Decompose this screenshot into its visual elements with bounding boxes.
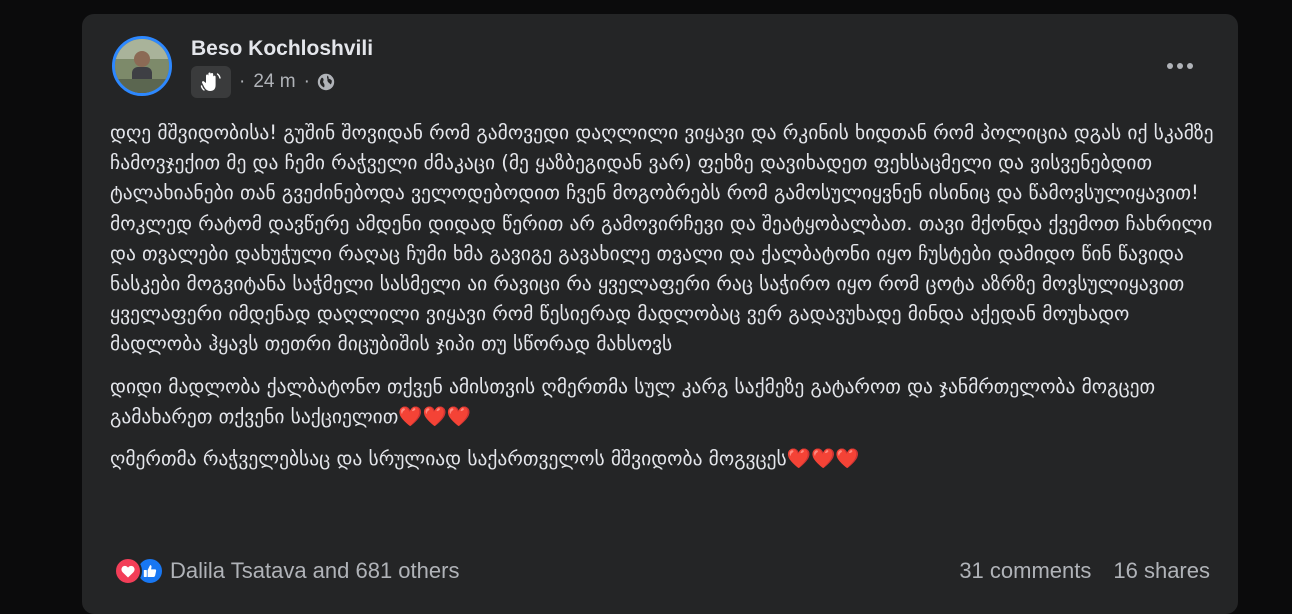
wave-hand-icon[interactable] [191,66,231,98]
heart-emoji-icon: ❤️❤️❤️ [398,404,472,428]
post-paragraph: დღე მშვიდობისა! გუშინ შოვიდან რომ გამოვე… [110,121,1214,356]
post-stats: 31 comments 16 shares [959,558,1210,584]
shares-count[interactable]: 16 shares [1113,558,1210,584]
reactions-count[interactable]: Dalila Tsatava and 681 others [170,558,459,584]
post-card: Beso Kochloshvili · 24 m · დღე მშვიდობის… [82,14,1238,614]
avatar-photo [115,39,169,93]
post-paragraph: დიდი მადლობა ქალბატონო თქვენ ამისთვის ღმ… [110,374,1156,428]
post-meta: · 24 m · [191,66,336,98]
love-reaction-icon[interactable] [114,557,142,585]
post-timestamp[interactable]: 24 m [253,71,295,93]
reactions-summary[interactable]: Dalila Tsatava and 681 others [114,557,459,585]
comments-count[interactable]: 31 comments [959,558,1091,584]
heart-emoji-icon: ❤️❤️❤️ [786,447,860,471]
author-avatar[interactable] [112,36,172,96]
post-paragraph: ღმერთმა რაჭველებსაც და სრულიად საქართველ… [110,447,860,471]
meta-separator: · [303,71,310,92]
author-name[interactable]: Beso Kochloshvili [191,37,373,61]
meta-separator: · [239,71,246,92]
more-dots-icon[interactable] [1162,54,1198,78]
post-body: დღე მშვიდობისა! გუშინ შოვიდან რომ გამოვე… [110,118,1222,474]
post-footer: Dalila Tsatava and 681 others 31 comment… [114,554,1210,588]
globe-icon[interactable] [316,72,336,92]
